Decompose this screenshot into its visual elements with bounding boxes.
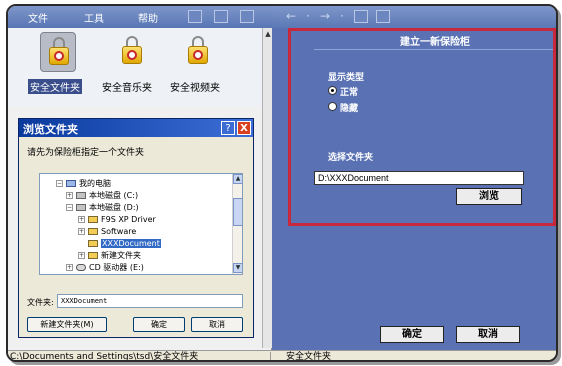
tree-item[interactable]: − 本地磁盘 (D:) (66, 202, 139, 213)
tree-item-label: F9S XP Driver (101, 215, 156, 224)
tree-expander[interactable]: − (56, 180, 63, 187)
tree-item-label: 我的电脑 (79, 179, 111, 188)
highlight-frame (288, 28, 556, 226)
toolbar-icon-2[interactable] (214, 10, 228, 23)
toolbar-icon-4[interactable] (376, 10, 390, 23)
tree-item-label: 本地磁盘 (C:) (89, 191, 139, 200)
vault-lock-icon[interactable] (114, 32, 150, 72)
vault-label-video[interactable]: 安全视频夹 (170, 79, 220, 94)
scroll-up-icon[interactable]: ▲ (264, 30, 272, 38)
new-folder-button[interactable]: 新建文件夹(M) (27, 317, 107, 332)
toolbar-icon-1[interactable] (188, 10, 202, 23)
folder-field-label: 文件夹: (27, 298, 54, 307)
chevron-down-icon[interactable]: · (306, 9, 310, 23)
vault-label-files[interactable]: 安全文件夹 (28, 79, 82, 94)
folder-icon (88, 216, 98, 223)
menu-help[interactable]: 帮助 (138, 10, 158, 25)
tree-item-label: Software (101, 227, 137, 236)
tree-expander[interactable]: + (78, 228, 85, 235)
dialog-title: 浏览文件夹 (19, 119, 253, 137)
tree-expander[interactable]: + (66, 264, 73, 271)
toolbar-icon-3[interactable] (354, 10, 368, 23)
disk-icon (76, 192, 86, 199)
menu-file[interactable]: 文件 (28, 10, 48, 25)
tree-item[interactable]: XXXDocument (88, 238, 161, 249)
tree-item-label: CD 驱动器 (E:) (89, 263, 144, 272)
tree-item[interactable]: + F9S XP Driver (78, 214, 156, 225)
vault-list: 安全文件夹 安全音乐夹 安全视频夹 (8, 28, 266, 106)
folder-icon (88, 240, 98, 247)
tree-expander[interactable]: + (66, 192, 73, 199)
tree-item-label-selected: XXXDocument (101, 239, 161, 248)
left-pane: 文件 工具 帮助 安全文件夹 安全音乐夹 安全视频夹 ▲ 浏览文件夹 ? X 请… (8, 6, 272, 350)
cancel-button[interactable]: 取消 (456, 326, 520, 343)
app-window: 文件 工具 帮助 安全文件夹 安全音乐夹 安全视频夹 ▲ 浏览文件夹 ? X 请… (6, 4, 558, 362)
tree-expander[interactable]: + (78, 252, 85, 259)
tree-item[interactable]: + 新建文件夹 (78, 250, 141, 261)
vault-lock-icon[interactable] (180, 32, 216, 72)
forward-arrow-icon[interactable]: → (320, 9, 330, 23)
tree-item[interactable]: + CD 驱动器 (E:) (66, 262, 144, 273)
help-icon[interactable]: ? (221, 121, 235, 135)
cd-drive-icon (76, 264, 86, 271)
scroll-thumb[interactable] (233, 198, 242, 226)
status-divider (270, 352, 271, 360)
scroll-down-icon[interactable]: ▼ (233, 263, 242, 273)
wrench-icon[interactable] (240, 10, 254, 23)
vault-label-music[interactable]: 安全音乐夹 (102, 79, 152, 94)
tree-expander[interactable]: + (78, 216, 85, 223)
menu-bar: 文件 工具 帮助 (8, 6, 272, 28)
ok-button[interactable]: 确定 (380, 326, 444, 343)
nav-toolbar: ← · → · (272, 6, 556, 28)
tree-item[interactable]: + 本地磁盘 (C:) (66, 190, 138, 201)
browse-folder-dialog: 浏览文件夹 ? X 请先为保险柜指定一个文件夹 − 我的电脑 + 本地磁盘 (C:)… (18, 118, 254, 338)
right-pane: ← · → · 建立一新保险柜 显示类型 正常 隐藏 选择文件夹 D:\XXXD… (272, 6, 556, 350)
status-path: C:\Documents and Settings\tsd\安全文件夹 (10, 352, 199, 362)
dialog-prompt: 请先为保险柜指定一个文件夹 (27, 148, 145, 158)
status-bar: C:\Documents and Settings\tsd\安全文件夹 安全文件… (8, 350, 556, 362)
close-icon[interactable]: X (237, 121, 251, 135)
folder-name-input[interactable]: XXXDocument (57, 294, 243, 308)
tree-item[interactable]: − 我的电脑 (56, 178, 111, 189)
back-arrow-icon[interactable]: ← (286, 9, 296, 23)
folder-icon (88, 252, 98, 259)
computer-icon (66, 180, 76, 187)
tree-item[interactable]: + Software (78, 226, 136, 237)
vault-lock-icon[interactable] (40, 32, 76, 72)
tree-scrollbar[interactable]: ▲ ▼ (232, 174, 242, 274)
dialog-cancel-button[interactable]: 取消 (191, 317, 243, 332)
dialog-ok-button[interactable]: 确定 (133, 317, 185, 332)
tree-item-label: 本地磁盘 (D:) (89, 203, 139, 212)
left-scrollbar[interactable]: ▲ (262, 28, 272, 348)
folder-icon (88, 228, 98, 235)
folder-tree[interactable]: − 我的电脑 + 本地磁盘 (C:) − 本地磁盘 (D:) + F9S XP Driv… (39, 173, 243, 275)
scroll-up-icon[interactable]: ▲ (233, 174, 242, 184)
chevron-down-icon[interactable]: · (340, 9, 344, 23)
status-current-folder: 安全文件夹 (286, 352, 332, 362)
tree-item-label: 新建文件夹 (101, 251, 141, 260)
tree-expander[interactable]: − (66, 204, 73, 211)
menu-tools[interactable]: 工具 (84, 10, 104, 25)
disk-icon (76, 204, 86, 211)
